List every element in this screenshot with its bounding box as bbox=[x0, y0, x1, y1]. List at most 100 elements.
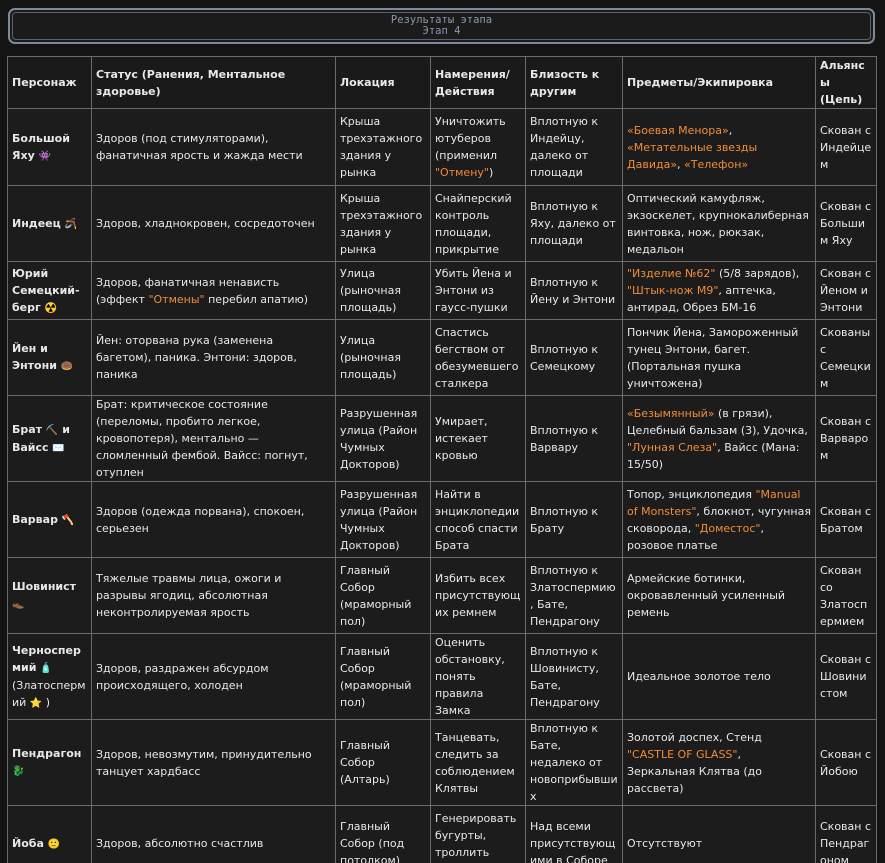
alliance-cell: Скован с Большим Яху bbox=[815, 185, 877, 262]
proximity-cell: Вплотную к Бате, недалеко от новоприбывш… bbox=[525, 719, 623, 806]
alliance-cell: Скован с Шовинистом bbox=[815, 633, 877, 720]
status-cell: Здоров (под стимуляторами), фанатичная я… bbox=[91, 108, 336, 186]
character-cell: Большой Яху 👾 bbox=[7, 108, 92, 186]
lotion-bottle-icon: 🧴 bbox=[39, 662, 53, 674]
status-cell: Здоров, абсолютно счастлив bbox=[91, 805, 336, 863]
envelope-icon: ✉️ bbox=[52, 442, 65, 454]
alliance-cell: Скован с Йеном и Энтони bbox=[815, 261, 877, 320]
item-separator: , bbox=[677, 157, 685, 171]
intent-cell: Танцевать, следить за соблюдением Клятвы bbox=[430, 719, 526, 806]
proximity-cell: Вплотную к Варвару bbox=[525, 395, 623, 482]
intent-cell: Умирает, истекает кровью bbox=[430, 395, 526, 482]
character-cell: Варвар 🪓 bbox=[7, 481, 92, 558]
table-row: Индеец 🪃 Здоров, хладнокровен, сосредото… bbox=[7, 185, 877, 262]
alliance-cell: Скован с Варваром bbox=[815, 395, 877, 482]
item-highlight: "CASTLE OF GLASS" bbox=[627, 747, 738, 761]
proximity-cell: Вплотную к Шовинисту, Бате, Пендрагону bbox=[525, 633, 623, 720]
table-row: Варвар 🪓 Здоров (одежда порвана), спокое… bbox=[7, 481, 877, 558]
character-cell: Йоба 🙂 bbox=[7, 805, 92, 863]
results-table: Персонаж Статус (Ранения, Ментальное здо… bbox=[7, 56, 877, 863]
character-name: Индеец bbox=[12, 216, 61, 230]
alliance-cell: Скован со Златоспермием bbox=[815, 557, 877, 634]
status-cell: Здоров, невозмутим, принудительно танцуе… bbox=[91, 719, 336, 806]
item-highlight: "Лунная Слеза" bbox=[627, 440, 718, 454]
item-text: Топор, энциклопедия bbox=[627, 487, 756, 501]
character-cell: Индеец 🪃 bbox=[7, 185, 92, 262]
item-text: (5/8 зарядов), bbox=[715, 267, 800, 280]
column-header-alliance: Альянсы (Цепь) bbox=[815, 56, 877, 109]
stage-results-header: Результаты этапа Этап 4 bbox=[8, 8, 875, 44]
axe-icon: 🪓 bbox=[61, 514, 75, 526]
smiley-face-icon: 🙂 bbox=[47, 838, 61, 850]
boomerang-icon: 🪃 bbox=[64, 218, 78, 230]
intent-highlight: "Отмену" bbox=[435, 166, 489, 179]
proximity-cell: Вплотную к Индейцу, далеко от площади bbox=[525, 108, 623, 186]
items-cell: «Боевая Менора», «Метательные звезды Дав… bbox=[622, 108, 816, 186]
alliance-cell: Скован с Пендрагоном bbox=[815, 805, 877, 863]
alien-monster-icon: 👾 bbox=[38, 150, 52, 162]
pick-icon: ⛏️ bbox=[45, 424, 59, 436]
intent-cell: Спастись бегством от обезумевшего сталке… bbox=[430, 319, 526, 396]
items-cell: Оптический камуфляж, экзоскелет, крупнок… bbox=[622, 185, 816, 262]
character-cell: Пендрагон 🐉 bbox=[7, 719, 92, 806]
proximity-cell: Вплотную к Брату bbox=[525, 481, 623, 558]
item-highlight: «Боевая Менора» bbox=[627, 123, 729, 137]
character-cell: Шовинист 👞 bbox=[7, 557, 92, 634]
star-icon: ⭐ bbox=[29, 697, 43, 709]
location-cell: Главный Собор (мраморный пол) bbox=[335, 633, 431, 720]
character-name: Шовинист bbox=[12, 580, 77, 593]
dragon-icon: 🐉 bbox=[12, 766, 25, 777]
proximity-cell: Вплотную к Златоспермию, Бате, Пендрагон… bbox=[525, 557, 623, 634]
alliance-cell: Скованы с Семецким bbox=[815, 319, 877, 396]
page: Результаты этапа Этап 4 Персонаж Статус … bbox=[0, 0, 885, 863]
column-header-character: Персонаж bbox=[7, 56, 92, 109]
location-cell: Главный Собор (мраморный пол) bbox=[335, 557, 431, 634]
radioactive-icon: ☢️ bbox=[44, 302, 58, 314]
location-cell: Разрушенная улица (Район Чумных Докторов… bbox=[335, 481, 431, 558]
intent-cell: Уничтожить ютуберов (применил "Отмену") bbox=[430, 108, 526, 186]
column-header-items: Предметы/Экипировка bbox=[622, 56, 816, 109]
item-highlight: "Изделие №62" bbox=[627, 267, 716, 280]
items-cell: «Безымянный» (в грязи), Целебный бальзам… bbox=[622, 395, 816, 482]
character-name: Йоба bbox=[12, 836, 44, 850]
item-highlight: "Доместос" bbox=[694, 521, 761, 535]
intent-cell: Оценить обстановку, понять правила Замка bbox=[430, 633, 526, 720]
proximity-cell: Вплотную к Яху, далеко от площади bbox=[525, 185, 623, 262]
item-separator: , bbox=[728, 123, 733, 137]
items-cell: Золотой доспех, Стенд "CASTLE OF GLASS",… bbox=[622, 719, 816, 806]
intent-cell: Избить всех присутствующих ремнем bbox=[430, 557, 526, 634]
status-cell: Здоров, хладнокровен, сосредоточен bbox=[91, 185, 336, 262]
status-text-end: перебил апатию) bbox=[204, 292, 309, 306]
character-name: Йен и Энтони bbox=[12, 342, 57, 372]
intent-cell: Убить Йена и Энтони из гаусс-пушки bbox=[430, 261, 526, 320]
intent-cell: Найти в энциклопедии способ спасти Брата bbox=[430, 481, 526, 558]
item-text: Золотой доспех, Стенд bbox=[627, 730, 762, 744]
column-header-proximity: Близость к другим bbox=[525, 56, 623, 109]
character-cell: Йен и Энтони 🍩 bbox=[7, 319, 92, 396]
intent-text-end: ) bbox=[488, 166, 494, 179]
items-cell: Армейские ботинки, окровавленный усиленн… bbox=[622, 557, 816, 634]
alliance-cell: Скован с Йобою bbox=[815, 719, 877, 806]
location-cell: Главный Собор (под потолком) bbox=[335, 805, 431, 863]
header-subtitle: Этап 4 bbox=[422, 25, 461, 37]
status-cell: Тяжелые травмы лица, ожоги и разрывы яго… bbox=[91, 557, 336, 634]
proximity-cell: Вплотную к Семецкому bbox=[525, 319, 623, 396]
character-alias-end: ) bbox=[45, 695, 51, 709]
alliance-cell: Скован с Братом bbox=[815, 481, 877, 558]
status-cell: Йен: оторвана рука (заменена багетом), п… bbox=[91, 319, 336, 396]
items-cell: Идеальное золотое тело bbox=[622, 633, 816, 720]
items-cell: Пончик Йена, Замороженный тунец Энтони, … bbox=[622, 319, 816, 396]
character-name: Пендрагон bbox=[12, 747, 82, 760]
table-row: Черноспермий 🧴 (Златоспермий ⭐ ) Здоров,… bbox=[7, 633, 877, 720]
character-cell: Брат ⛏️ и Вайсс ✉️ bbox=[7, 395, 92, 482]
location-cell: Главный Собор (Алтарь) bbox=[335, 719, 431, 806]
table-row: Йен и Энтони 🍩 Йен: оторвана рука (замен… bbox=[7, 319, 877, 396]
items-cell: Отсутствуют bbox=[622, 805, 816, 863]
proximity-cell: Над всеми присутствующими в Соборе bbox=[525, 805, 623, 863]
location-cell: Улица (рыночная площадь) bbox=[335, 319, 431, 396]
status-cell: Здоров (одежда порвана), спокоен, серьез… bbox=[91, 481, 336, 558]
character-cell: Черноспермий 🧴 (Златоспермий ⭐ ) bbox=[7, 633, 92, 720]
location-cell: Крыша трехэтажного здания у рынка bbox=[335, 185, 431, 262]
items-cell: Топор, энциклопедия "Manual of Monsters"… bbox=[622, 481, 816, 558]
items-cell: "Изделие №62" (5/8 зарядов), "Штык-нож М… bbox=[622, 261, 816, 320]
